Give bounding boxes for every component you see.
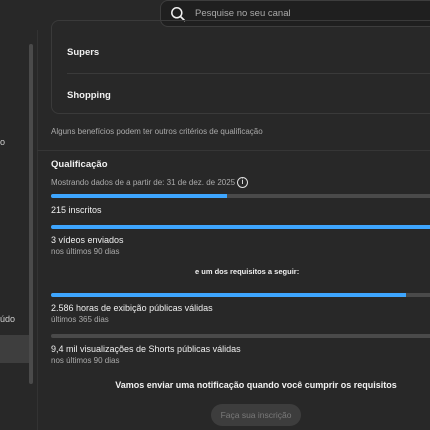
requirement-videos: 3 vídeos enviados: [51, 235, 124, 245]
benefit-supers: Supers: [67, 47, 100, 58]
benefits-card: Supers Shopping: [51, 20, 430, 114]
progress-fill: [51, 293, 406, 297]
requirement-period: nos últimos 90 dias: [51, 247, 120, 256]
sidebar-scrollbar[interactable]: [29, 44, 33, 384]
sidebar-item-fragment[interactable]: údo: [0, 314, 15, 324]
requirement-shorts-views: 9,4 mil visualizações de Shorts públicas…: [51, 344, 241, 354]
requirement-period: últimos 365 dias: [51, 315, 109, 324]
requirement-watch-hours: 2.586 horas de exibição públicas válidas: [51, 303, 213, 313]
info-icon[interactable]: i: [237, 177, 248, 188]
subscribers-progress-bar: [51, 194, 430, 198]
progress-fill: [51, 225, 430, 229]
benefit-shopping: Shopping: [67, 90, 111, 101]
requirement-period: nos últimos 90 dias: [51, 356, 120, 365]
data-date-note: Mostrando dados de a partir de: 31 de de…: [51, 178, 236, 187]
divider: [37, 150, 430, 151]
sidebar-selected-item[interactable]: [0, 335, 29, 363]
either-requirement-label: e um dos requisitos a seguir:: [195, 267, 300, 276]
benefits-note: Alguns benefícios podem ter outros crité…: [51, 127, 263, 136]
videos-progress-bar: [51, 225, 430, 229]
progress-fill: [51, 194, 227, 198]
requirement-subscribers: 215 inscritos: [51, 205, 102, 215]
watch-hours-progress-bar: [51, 293, 430, 297]
sidebar-item-fragment[interactable]: o: [0, 137, 5, 147]
apply-button[interactable]: Faça sua inscrição: [211, 404, 301, 426]
qualification-title: Qualificação: [51, 159, 108, 170]
sidebar: o údo: [0, 30, 38, 430]
notification-message: Vamos enviar uma notificação quando você…: [115, 380, 397, 390]
divider: [67, 73, 430, 74]
shorts-views-progress-bar: [51, 334, 430, 338]
